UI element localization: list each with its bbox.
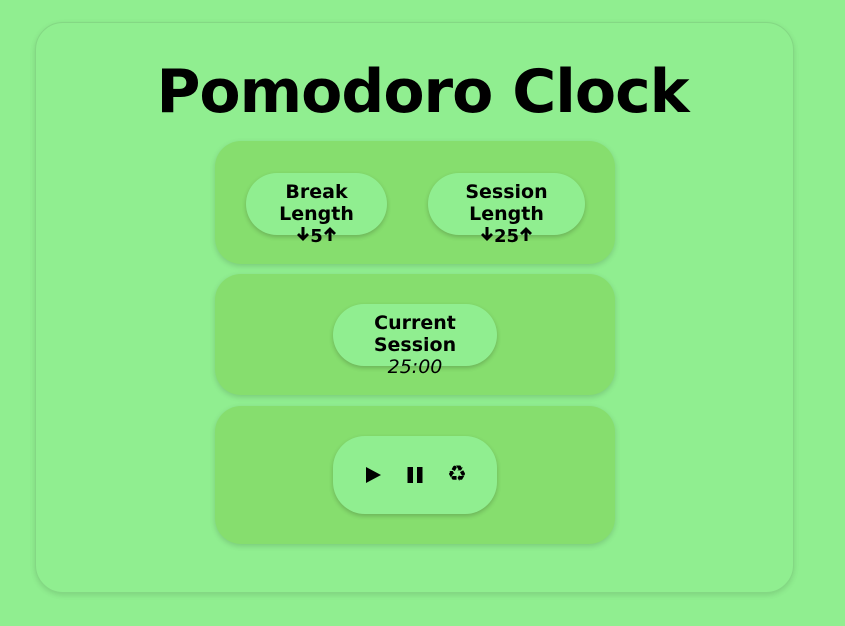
page-title: Pomodoro Clock — [156, 57, 689, 127]
session-decrement-arrow-down-icon[interactable] — [480, 225, 494, 247]
break-length-value: 5 — [310, 226, 323, 247]
controls-group: ♻ — [333, 436, 497, 514]
controls-panel: ♻ — [215, 406, 615, 544]
session-length-value: 25 — [493, 226, 520, 247]
break-decrement-arrow-down-icon[interactable] — [296, 225, 310, 247]
recycle-icon[interactable]: ♻ — [447, 464, 467, 486]
current-session-display: Current Session 25:00 — [333, 304, 497, 378]
current-session-label: Current Session — [373, 312, 457, 356]
timer-display: 25:00 — [387, 356, 443, 378]
break-increment-arrow-up-icon[interactable] — [323, 225, 337, 247]
break-length-control: Break Length 5 — [246, 173, 387, 247]
play-icon[interactable] — [363, 465, 383, 485]
session-length-row: 25 — [428, 225, 585, 248]
session-length-label: Session Length — [465, 181, 548, 225]
pause-icon[interactable] — [405, 465, 425, 485]
break-length-label: Break Length — [279, 181, 354, 225]
break-length-row: 5 — [246, 225, 387, 248]
session-length-control: Session Length 25 — [428, 173, 585, 247]
lengths-panel: Break Length 5 Session Length 25 — [215, 141, 615, 264]
session-increment-arrow-up-icon[interactable] — [519, 225, 533, 247]
current-session-panel: Current Session 25:00 — [215, 274, 615, 395]
